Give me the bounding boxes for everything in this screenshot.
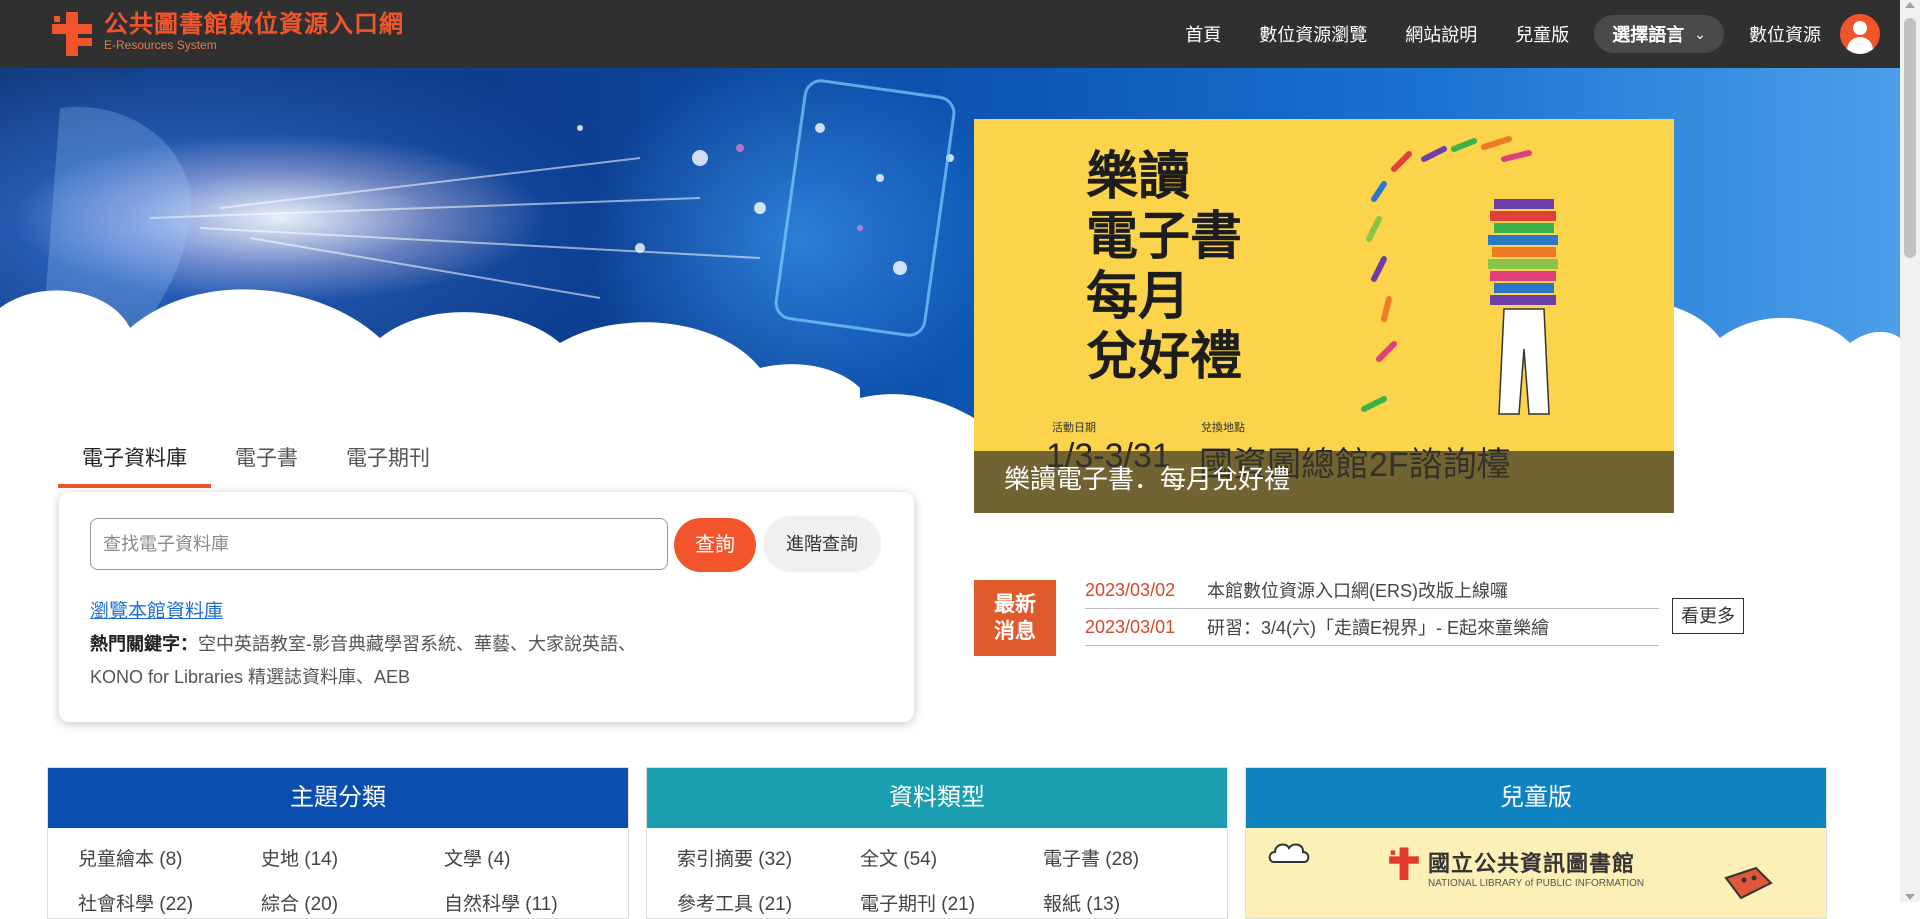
latest-news-badge: 最新 消息: [974, 580, 1056, 656]
scroll-down-arrow-icon[interactable]: [1905, 894, 1915, 900]
kids-version-banner[interactable]: 國立公共資訊圖書館 NATIONAL LIBRARY of PUBLIC INF…: [1246, 828, 1826, 918]
news-item[interactable]: 2023/03/01 研習：3/4(六)「走讀E視界」- E起來童樂繪: [1085, 609, 1659, 646]
nav-browse-digital-resources[interactable]: 數位資源瀏覽: [1259, 21, 1367, 47]
toy-block-icon: [1724, 866, 1773, 900]
subject-item[interactable]: 自然科學 (11): [444, 889, 627, 916]
nav-home[interactable]: 首頁: [1185, 21, 1221, 47]
kids-logo-title: 國立公共資訊圖書館: [1428, 851, 1636, 876]
nav-kids-version[interactable]: 兒童版: [1515, 21, 1569, 47]
language-label: 選擇語言: [1612, 25, 1685, 45]
tab-e-databases[interactable]: 電子資料庫: [58, 432, 211, 488]
news-item[interactable]: 2023/03/02 本館數位資源入口網(ERS)改版上線囉: [1085, 572, 1659, 609]
main-nav: 首頁 數位資源瀏覽 網站說明 兒童版 選擇語言 ⌄ 數位資源: [1166, 0, 1888, 68]
news-date: 2023/03/02: [1085, 579, 1176, 600]
logo-title: 公共圖書館數位資源入口網: [104, 9, 404, 38]
search-panel: 查詢 進階查詢 瀏覽本館資料庫 熱門關鍵字：空中英語教室-影音典藏學習系統、華藝…: [59, 492, 914, 722]
data-type-card: 資料類型 索引摘要 (32) 全文 (54) 電子書 (28) 參考工具 (21…: [646, 767, 1228, 919]
search-button[interactable]: 查詢: [674, 518, 756, 572]
hot-keywords: 熱門關鍵字：空中英語教室-影音典藏學習系統、華藝、大家說英語、 KONO for…: [90, 628, 870, 694]
page-scrollbar[interactable]: [1900, 0, 1920, 902]
data-type-item[interactable]: 參考工具 (21): [677, 889, 860, 916]
scroll-up-arrow-icon[interactable]: [1905, 2, 1915, 8]
data-type-item[interactable]: 全文 (54): [860, 844, 1043, 871]
data-type-item[interactable]: 電子書 (28): [1043, 844, 1226, 871]
logo-subtitle: E-Resources System: [104, 38, 217, 52]
news-list: 2023/03/02 本館數位資源入口網(ERS)改版上線囉 2023/03/0…: [1085, 572, 1659, 646]
database-search-input[interactable]: [90, 518, 668, 570]
data-type-item[interactable]: 報紙 (13): [1043, 889, 1226, 916]
promo-banner[interactable]: 樂讀 電子書 每月 兌好禮 活動日期 兌換地點 1/3-3/31 國資圖總館2F…: [974, 119, 1674, 513]
subject-item[interactable]: 史地 (14): [261, 844, 444, 871]
hot-keywords-line1[interactable]: 空中英語教室-影音典藏學習系統、華藝、大家說英語、: [198, 634, 636, 654]
news-title[interactable]: 研習：3/4(六)「走讀E視界」- E起來童樂繪: [1207, 614, 1549, 640]
cloud-icon: [1268, 843, 1310, 863]
user-avatar-icon[interactable]: [1840, 14, 1880, 54]
browse-databases-link[interactable]: 瀏覽本館資料庫: [90, 596, 223, 623]
site-logo[interactable]: 公共圖書館數位資源入口網 E-Resources System: [48, 10, 404, 56]
data-type-title: 資料類型: [647, 768, 1227, 828]
subject-category-card: 主題分類 兒童繪本 (8) 史地 (14) 文學 (4) 社會科學 (22) 綜…: [47, 767, 629, 919]
chevron-down-icon: ⌄: [1694, 25, 1706, 42]
subject-item[interactable]: 兒童繪本 (8): [78, 844, 261, 871]
tab-e-journals[interactable]: 電子期刊: [322, 432, 454, 488]
data-type-item[interactable]: 索引摘要 (32): [677, 844, 860, 871]
library-logo-icon: [52, 12, 92, 56]
kids-logo-subtitle: NATIONAL LIBRARY of PUBLIC INFORMATION: [1428, 878, 1645, 889]
hot-keywords-label: 熱門關鍵字：: [90, 634, 198, 654]
activity-date-label: 活動日期: [1052, 422, 1096, 434]
tab-e-books[interactable]: 電子書: [211, 432, 322, 488]
scroll-thumb[interactable]: [1904, 18, 1916, 258]
subject-item[interactable]: 社會科學 (22): [78, 889, 261, 916]
hot-keywords-line2[interactable]: KONO for Libraries 精選誌資料庫、AEB: [90, 667, 410, 687]
nav-digital-resources[interactable]: 數位資源: [1749, 21, 1821, 47]
news-date: 2023/03/01: [1085, 616, 1176, 637]
library-logo-icon: [1389, 847, 1419, 880]
language-selector[interactable]: 選擇語言 ⌄: [1594, 15, 1724, 53]
banner-caption: 樂讀電子書．每月兌好禮: [974, 451, 1674, 513]
nav-site-help[interactable]: 網站說明: [1405, 21, 1477, 47]
books-stack-illustration: [1361, 136, 1558, 415]
news-title[interactable]: 本館數位資源入口網(ERS)改版上線囉: [1207, 577, 1508, 603]
see-more-news-button[interactable]: 看更多: [1672, 598, 1744, 634]
subject-item[interactable]: 文學 (4): [444, 844, 627, 871]
search-tabs: 電子資料庫 電子書 電子期刊: [58, 432, 454, 488]
kids-version-title: 兒童版: [1246, 768, 1826, 828]
location-label: 兌換地點: [1201, 422, 1245, 434]
top-navigation-bar: 公共圖書館數位資源入口網 E-Resources System 首頁 數位資源瀏…: [0, 0, 1900, 68]
subject-category-title: 主題分類: [48, 768, 628, 828]
data-type-item[interactable]: 電子期刊 (21): [860, 889, 1043, 916]
subject-item[interactable]: 綜合 (20): [261, 889, 444, 916]
advanced-search-button[interactable]: 進階查詢: [763, 516, 881, 572]
banner-headline: 樂讀 電子書 每月 兌好禮: [1086, 147, 1243, 387]
kids-version-card[interactable]: 兒童版 國立公共資訊圖書館 NATIONAL LIBRARY of PUBLIC…: [1245, 767, 1827, 919]
